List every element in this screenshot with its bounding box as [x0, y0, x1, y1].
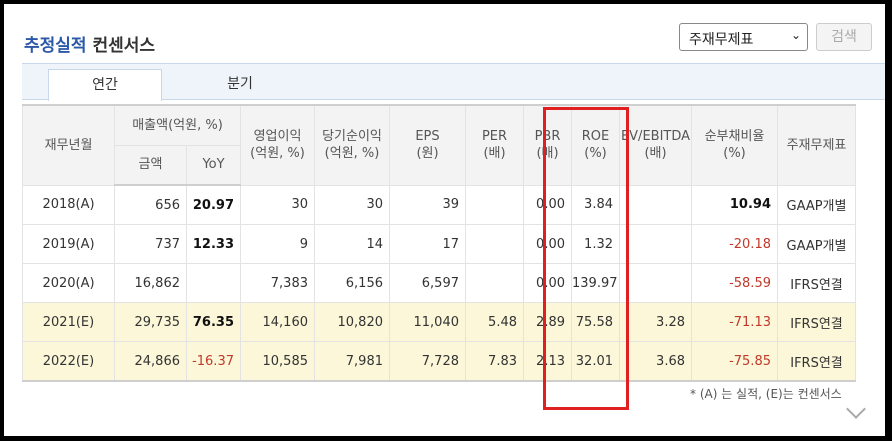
cell-per [465, 263, 524, 303]
table-row: 2022(E) 24,866 -16.37 10,585 7,981 7,728… [22, 341, 886, 382]
section-title-main: 추정실적 [24, 36, 87, 56]
period-tabs: 연간 분기 [22, 63, 885, 101]
cell-roe: 75.58 [571, 302, 620, 342]
cell-operating-profit: 14,160 [240, 302, 315, 342]
page-frame: 추정실적 컨센서스 주재무제표 ⌄ 검색 연간 분기 재무년월 매출액(억원, … [4, 4, 885, 436]
cell-net-income: 10,820 [314, 302, 390, 342]
cell-year: 2019(A) [22, 224, 115, 264]
cell-eps: 6,597 [389, 263, 466, 303]
cell-eps: 17 [389, 224, 466, 264]
cell-net-income: 14 [314, 224, 390, 264]
statement-type-select[interactable]: 주재무제표 ⌄ [679, 23, 808, 51]
statement-type-select-value: 주재무제표 [689, 32, 754, 48]
header-sales: 매출액(억원, %) [114, 104, 241, 146]
section-title: 추정실적 컨센서스 [24, 31, 155, 56]
cell-net-income: 7,981 [314, 341, 390, 382]
cell-sales-yoy: 20.97 [186, 184, 241, 225]
cell-sales-yoy: -16.37 [186, 341, 241, 382]
cell-year: 2020(A) [22, 263, 115, 303]
cell-sales-yoy: 12.33 [186, 224, 241, 264]
cell-statement-type: GAAP개별 [777, 184, 856, 225]
cell-sales-amount: 24,866 [114, 341, 187, 382]
cell-pbr: 2.13 [523, 341, 572, 382]
tab-annual[interactable]: 연간 [48, 69, 162, 101]
cell-ev-ebitda [619, 224, 692, 264]
cell-per [465, 184, 524, 225]
cell-net-debt-ratio: 10.94 [691, 184, 778, 225]
header-sales-yoy: YoY [186, 144, 241, 186]
cell-roe: 139.97 [571, 263, 620, 303]
chevron-down-icon: ⌄ [790, 28, 801, 42]
cell-net-debt-ratio: -58.59 [691, 263, 778, 303]
cell-ev-ebitda: 3.68 [619, 341, 692, 382]
cell-per: 5.48 [465, 302, 524, 342]
cell-net-debt-ratio: -75.85 [691, 341, 778, 382]
cell-ev-ebitda [619, 184, 692, 225]
cell-roe: 3.84 [571, 184, 620, 225]
cell-year: 2022(E) [22, 341, 115, 382]
cell-sales-yoy: 76.35 [186, 302, 241, 342]
header-pbr: PBR (배) [523, 104, 572, 186]
cell-year: 2018(A) [22, 184, 115, 225]
header-sales-amount: 금액 [114, 144, 187, 186]
header-per: PER (배) [465, 104, 524, 186]
cell-sales-yoy [186, 263, 241, 303]
header-net-debt-ratio: 순부채비율 (%) [691, 104, 778, 186]
search-button[interactable]: 검색 [816, 23, 872, 51]
cell-statement-type: GAAP개별 [777, 224, 856, 264]
section-title-sub: 컨센서스 [92, 36, 156, 56]
cell-pbr: 2.89 [523, 302, 572, 342]
cell-net-debt-ratio: -20.18 [691, 224, 778, 264]
cell-eps: 7,728 [389, 341, 466, 382]
footnote: * (A) 는 실적, (E)는 컨센서스 [690, 387, 842, 401]
cell-ev-ebitda [619, 263, 692, 303]
cell-pbr: 0.00 [523, 263, 572, 303]
cell-sales-amount: 16,862 [114, 263, 187, 303]
cell-per [465, 224, 524, 264]
header-ev-ebitda: EV/EBITDA (배) [619, 104, 692, 186]
header-statement-type: 주재무제표 [777, 104, 856, 186]
header-roe: ROE (%) [571, 104, 620, 186]
cell-operating-profit: 10,585 [240, 341, 315, 382]
cell-sales-amount: 656 [114, 184, 187, 225]
header-net-income: 당기순이익 (억원, %) [314, 104, 390, 186]
cell-sales-amount: 737 [114, 224, 187, 264]
header-operating-profit: 영업이익 (억원, %) [240, 104, 315, 186]
cell-net-debt-ratio: -71.13 [691, 302, 778, 342]
consensus-table: 재무년월 매출액(억원, %) 영업이익 (억원, %) 당기순이익 (억원, … [22, 104, 885, 382]
cell-net-income: 6,156 [314, 263, 390, 303]
table-row: 2019(A) 737 12.33 9 14 17 0.00 1.32 -20.… [22, 224, 886, 264]
cell-statement-type: IFRS연결 [777, 263, 856, 303]
table-row: 2020(A) 16,862 7,383 6,156 6,597 0.00 13… [22, 263, 886, 303]
cell-operating-profit: 7,383 [240, 263, 315, 303]
cell-sales-amount: 29,735 [114, 302, 187, 342]
cell-statement-type: IFRS연결 [777, 302, 856, 342]
cell-pbr: 0.00 [523, 224, 572, 264]
header-eps: EPS (원) [389, 104, 466, 186]
table-row: 2021(E) 29,735 76.35 14,160 10,820 11,04… [22, 302, 886, 342]
tab-quarterly[interactable]: 분기 [190, 69, 290, 101]
chevron-down-icon[interactable] [846, 399, 866, 419]
cell-operating-profit: 9 [240, 224, 315, 264]
cell-eps: 39 [389, 184, 466, 225]
cell-operating-profit: 30 [240, 184, 315, 225]
header-period: 재무년월 [22, 104, 115, 186]
cell-statement-type: IFRS연결 [777, 341, 856, 382]
cell-per: 7.83 [465, 341, 524, 382]
table-row: 2018(A) 656 20.97 30 30 39 0.00 3.84 10.… [22, 184, 886, 225]
cell-roe: 1.32 [571, 224, 620, 264]
cell-pbr: 0.00 [523, 184, 572, 225]
cell-ev-ebitda: 3.28 [619, 302, 692, 342]
cell-year: 2021(E) [22, 302, 115, 342]
cell-roe: 32.01 [571, 341, 620, 382]
cell-net-income: 30 [314, 184, 390, 225]
cell-eps: 11,040 [389, 302, 466, 342]
